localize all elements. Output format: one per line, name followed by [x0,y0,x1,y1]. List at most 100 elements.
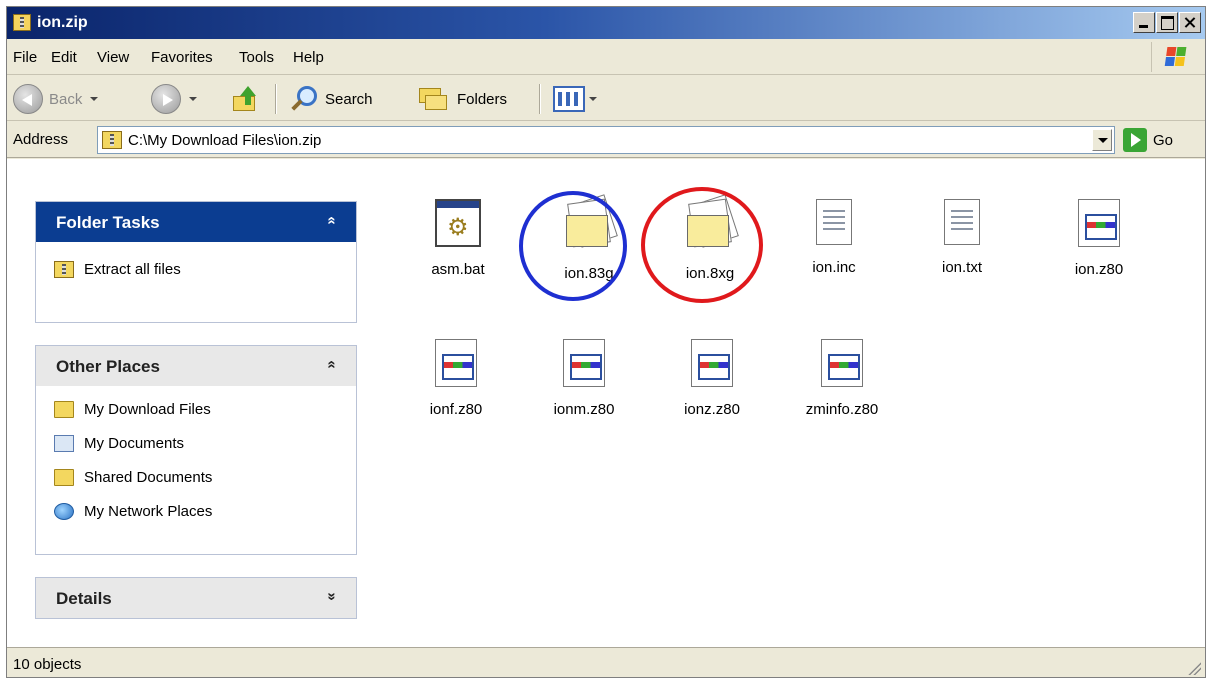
folders-label: Folders [457,90,508,108]
details-panel: Details » [35,577,357,619]
zip-folder-icon [102,131,122,149]
file-name: ion.8xg [685,265,735,282]
close-button[interactable] [1179,12,1201,33]
folders-button[interactable]: Folders [419,83,507,115]
file-name: ionm.z80 [553,401,615,418]
address-dropdown-button[interactable] [1092,129,1112,151]
folder-tasks-header[interactable]: Folder Tasks « [36,202,356,242]
menu-favorites[interactable]: Favorites [151,49,213,66]
folder-tasks-panel: Folder Tasks « Extract all files [35,201,357,323]
other-places-title: Other Places [56,357,160,376]
file-item[interactable]: ion.83g [529,194,649,282]
file-item[interactable]: zminfo.z80 [782,339,902,418]
status-bar: 10 objects [7,647,1205,677]
go-label: Go [1153,131,1174,149]
my-documents-icon [54,434,74,452]
place-shared-documents[interactable]: Shared Documents [54,460,356,494]
place-label: My Network Places [84,502,213,520]
folder-icon [54,468,74,486]
text-file-icon [944,199,980,245]
collapse-chevron-icon[interactable]: « [323,360,340,368]
source-file-icon [1078,199,1120,247]
extract-all-files-label: Extract all files [84,260,181,278]
windows-logo-icon [1151,42,1199,72]
other-places-panel: Other Places « My Download Files My Docu… [35,345,357,555]
file-name: zminfo.z80 [805,401,879,418]
file-item[interactable]: asm.bat [398,199,518,278]
resize-grip-icon[interactable] [1187,661,1201,675]
search-button[interactable]: Search [289,83,373,115]
toolbar: Back Search Folders [7,76,1205,121]
menu-bar: File Edit View Favorites Tools Help [7,39,1205,75]
folders-icon [419,86,449,112]
chevron-down-icon [90,97,99,101]
go-button[interactable]: Go [1123,128,1173,152]
back-arrow-icon [13,84,43,114]
folder-icon [54,400,74,418]
folder-icon [564,194,618,251]
file-item[interactable]: ion.z80 [1039,199,1159,278]
source-file-icon [821,339,863,387]
chevron-down-icon [189,97,197,101]
back-button[interactable]: Back [13,83,99,115]
go-arrow-icon [1123,128,1147,152]
file-item[interactable]: ionf.z80 [396,339,516,418]
address-bar: Address C:\My Download Files\ion.zip Go [7,122,1205,158]
folder-icon [685,194,739,251]
zip-folder-icon [54,260,74,278]
file-name: ion.z80 [1074,261,1124,278]
file-name: asm.bat [431,261,485,278]
file-item[interactable]: ion.inc [774,199,894,276]
address-value: C:\My Download Files\ion.zip [128,132,322,149]
place-my-network-places[interactable]: My Network Places [54,494,356,528]
folder-tasks-title: Folder Tasks [56,213,160,232]
other-places-header[interactable]: Other Places « [36,346,356,386]
explorer-window: ion.zip File Edit View Favorites Tools H… [6,6,1206,678]
menu-tools[interactable]: Tools [239,49,274,66]
menu-help[interactable]: Help [293,49,324,66]
maximize-button[interactable] [1156,12,1178,33]
menu-file[interactable]: File [13,49,37,66]
up-folder-button[interactable] [231,83,259,115]
address-input[interactable]: C:\My Download Files\ion.zip [97,126,1115,154]
views-button[interactable] [553,83,597,115]
content-area: Folder Tasks « Extract all files Other P… [7,159,1205,647]
address-label: Address [13,131,69,148]
minimize-button[interactable] [1133,12,1155,33]
chevron-down-icon [589,97,597,101]
collapse-chevron-icon[interactable]: « [323,216,340,224]
search-label: Search [325,90,373,108]
file-item[interactable]: ionm.z80 [524,339,644,418]
extract-all-files-link[interactable]: Extract all files [54,252,356,286]
details-title: Details [56,589,112,608]
file-item[interactable]: ion.txt [902,199,1022,276]
back-label: Back [49,90,83,108]
title-bar[interactable]: ion.zip [7,7,1205,39]
zip-folder-icon [13,14,31,31]
source-file-icon [691,339,733,387]
batch-file-icon [435,199,481,247]
menu-edit[interactable]: Edit [51,49,77,66]
file-name: ion.83g [564,265,614,282]
expand-chevron-icon[interactable]: » [323,592,340,600]
source-file-icon [435,339,477,387]
text-file-icon [816,199,852,245]
file-name: ion.inc [812,259,856,276]
place-label: My Download Files [84,400,211,418]
file-name: ionf.z80 [429,401,483,418]
place-label: Shared Documents [84,468,213,486]
search-icon [289,84,319,114]
file-item[interactable]: ion.8xg [650,194,770,282]
menu-view[interactable]: View [97,49,129,66]
details-header[interactable]: Details » [36,578,356,618]
place-my-download-files[interactable]: My Download Files [54,392,356,426]
place-label: My Documents [84,434,185,452]
place-my-documents[interactable]: My Documents [54,426,356,460]
forward-button[interactable] [151,83,197,115]
forward-arrow-icon [151,84,181,114]
up-folder-icon [231,86,259,112]
file-name: ion.txt [941,259,983,276]
window-title: ion.zip [37,14,88,31]
file-name: ionz.z80 [684,401,740,418]
file-item[interactable]: ionz.z80 [652,339,772,418]
